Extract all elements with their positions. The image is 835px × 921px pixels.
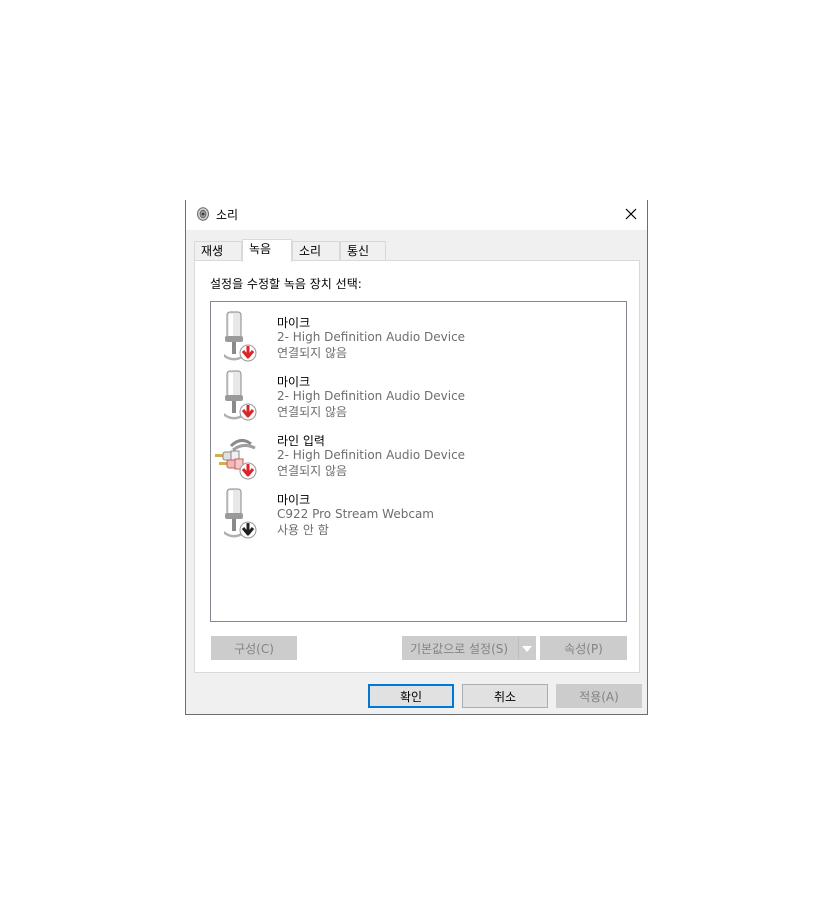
black-down-arrow-icon	[239, 521, 257, 539]
device-list[interactable]: 마이크 2- High Definition Audio Device 연결되지…	[210, 301, 627, 622]
tab-playback[interactable]: 재생	[194, 241, 242, 261]
microphone-icon	[215, 310, 265, 364]
device-name: 마이크	[277, 316, 311, 330]
close-button[interactable]	[615, 200, 647, 230]
device-subtitle: 2- High Definition Audio Device	[277, 330, 466, 344]
device-subtitle: 2- High Definition Audio Device	[277, 389, 466, 403]
instruction-label: 설정을 수정할 녹음 장치 선택:	[210, 277, 362, 291]
cancel-button[interactable]: 취소	[462, 684, 548, 708]
red-down-arrow-icon	[239, 344, 257, 362]
tab-recording[interactable]: 녹음	[242, 239, 292, 262]
microphone-icon	[215, 369, 265, 423]
apply-button[interactable]: 적용(A)	[556, 684, 642, 708]
close-icon	[625, 208, 637, 223]
chevron-down-icon	[522, 641, 532, 655]
device-subtitle: C922 Pro Stream Webcam	[277, 507, 434, 521]
list-item[interactable]: 마이크 2- High Definition Audio Device 연결되지…	[211, 365, 611, 423]
tab-sounds[interactable]: 소리	[292, 241, 340, 261]
device-name: 마이크	[277, 493, 311, 507]
dropdown-arrow-button[interactable]	[518, 637, 535, 659]
window-title: 소리	[216, 208, 239, 222]
title-bar[interactable]: 소리	[186, 200, 647, 230]
device-status: 사용 안 함	[277, 523, 329, 537]
sound-dialog: 소리 재생 녹음 소리 통신 설정을 수정할 녹음 장치 선택: 마이크 2- …	[185, 200, 648, 715]
recording-panel: 설정을 수정할 녹음 장치 선택: 마이크 2- High Definition…	[194, 260, 640, 673]
device-status: 연결되지 않음	[277, 464, 348, 478]
configure-button[interactable]: 구성(C)	[211, 636, 297, 660]
device-name: 라인 입력	[277, 434, 325, 448]
line-in-cable-icon	[215, 428, 265, 482]
list-item[interactable]: 마이크 2- High Definition Audio Device 연결되지…	[211, 306, 611, 364]
red-down-arrow-icon	[239, 403, 257, 421]
device-status: 연결되지 않음	[277, 346, 348, 360]
microphone-icon	[215, 487, 265, 541]
ok-button[interactable]: 확인	[368, 684, 454, 708]
red-down-arrow-icon	[239, 462, 257, 480]
device-status: 연결되지 않음	[277, 405, 348, 419]
set-default-button[interactable]: 기본값으로 설정(S)	[402, 636, 536, 660]
tab-communications[interactable]: 통신	[340, 241, 386, 261]
speaker-icon	[196, 207, 210, 221]
device-name: 마이크	[277, 375, 311, 389]
properties-button[interactable]: 속성(P)	[540, 636, 627, 660]
set-default-label: 기본값으로 설정(S)	[410, 641, 509, 656]
list-item[interactable]: 라인 입력 2- High Definition Audio Device 연결…	[211, 424, 611, 482]
list-item[interactable]: 마이크 C922 Pro Stream Webcam 사용 안 함	[211, 483, 611, 541]
device-subtitle: 2- High Definition Audio Device	[277, 448, 466, 462]
